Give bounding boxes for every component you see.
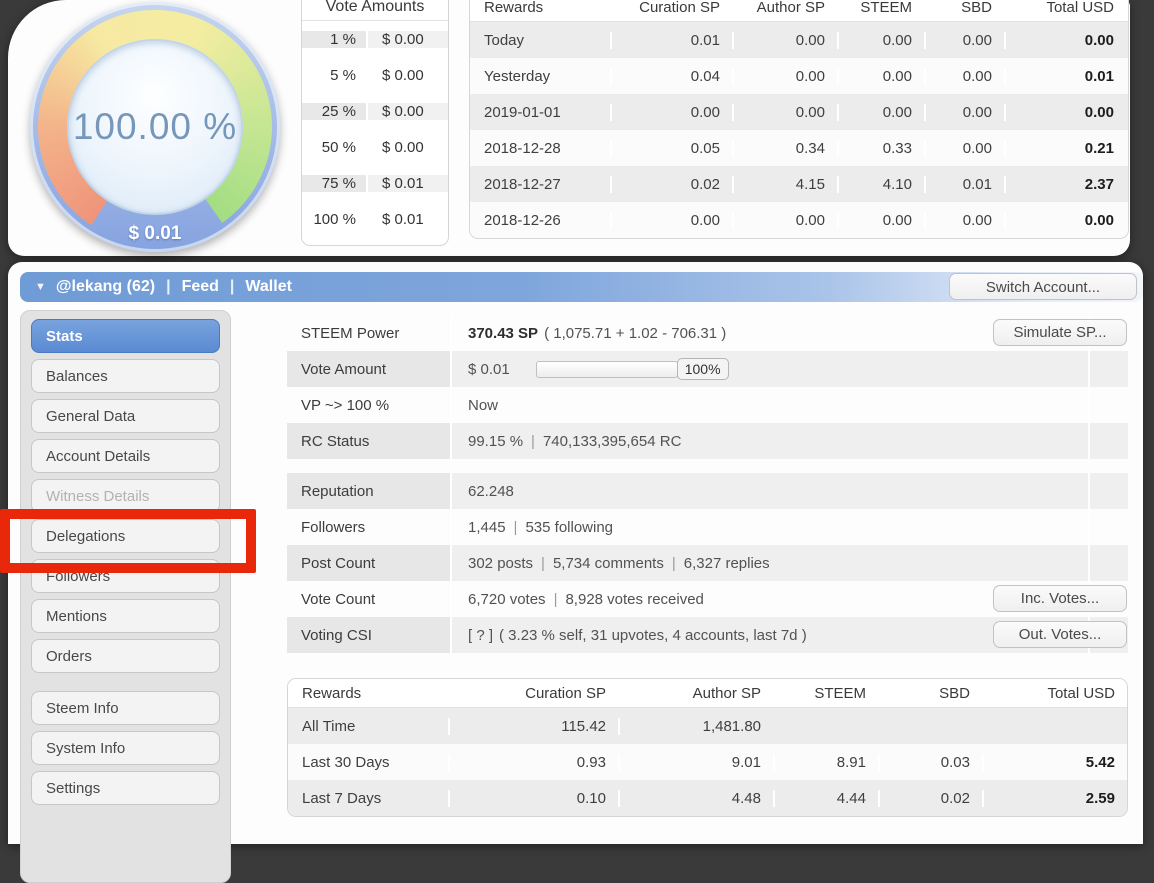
stat-row-vote-amount: Vote Amount $ 0.01 100% (287, 351, 1128, 387)
account-name-link[interactable]: @lekang (62) (56, 278, 155, 296)
sidebar-item-settings[interactable]: Settings (31, 771, 220, 805)
voting-power-gauge: 100.00 % $ 0.01 (30, 2, 280, 252)
table-row: 2018-12-26 0.00 0.00 0.00 0.00 0.00 (470, 202, 1128, 238)
sidebar-item-orders[interactable]: Orders (31, 639, 220, 673)
comments-count: 5,734 comments (552, 554, 664, 572)
table-row: 2019-01-01 0.00 0.00 0.00 0.00 0.00 (470, 94, 1128, 130)
vp-recharge-value: Now (450, 387, 1088, 423)
table-row: Last 7 Days 0.10 4.48 4.44 0.02 2.59 (288, 780, 1127, 816)
outgoing-votes-button[interactable]: Out. Votes... (993, 621, 1127, 648)
vote-amount-row: 100 % $ 0.01 (302, 201, 448, 237)
stat-row-steem-power: STEEM Power 370.43 SP( 1,075.71 + 1.02 -… (287, 315, 1128, 351)
reputation-value: 62.248 (450, 473, 1088, 509)
stat-row-post-count: Post Count 302 posts | 5,734 comments | 6,32… (287, 545, 1128, 581)
summary-rewards-header: Rewards Curation SP Author SP STEEM SBD … (288, 679, 1127, 708)
following-count: 535 following (525, 518, 614, 536)
vote-amount-row: 25 % $ 0.00 (302, 93, 448, 129)
stat-row-vote-count: Vote Count 6,720 votes | 8,928 votes recei… (287, 581, 1128, 617)
simulate-sp-button[interactable]: Simulate SP... (993, 319, 1127, 346)
steem-power-value: 370.43 SP (468, 324, 539, 342)
votes-received-count: 8,928 votes received (565, 590, 704, 608)
summary-rewards-table: Rewards Curation SP Author SP STEEM SBD … (287, 678, 1128, 817)
vote-amount-row: 1 % $ 0.00 (302, 21, 448, 57)
feed-link[interactable]: Feed (182, 278, 219, 296)
vote-amount-value: $ 0.01 (468, 360, 510, 378)
vote-amount-row: 75 % $ 0.01 (302, 165, 448, 201)
daily-rewards-table: Rewards Curation SP Author SP STEEM SBD … (469, 0, 1129, 239)
stat-row-vp-recharge: VP ~> 100 % Now (287, 387, 1128, 423)
vote-weight-slider[interactable] (535, 360, 678, 378)
votes-given-count: 6,720 votes (468, 590, 546, 608)
gauge-inner-circle: 100.00 % (67, 39, 243, 215)
table-row: Yesterday 0.04 0.00 0.00 0.00 0.01 (470, 58, 1128, 94)
stat-row-voting-csi: Voting CSI [ ? ]( 3.23 % self, 31 upvote… (287, 617, 1128, 653)
stat-row-followers: Followers 1,445 | 535 following (287, 509, 1128, 545)
table-row: 2018-12-27 0.02 4.15 4.10 0.01 2.37 (470, 166, 1128, 202)
vote-value-label: $ 0.01 (128, 223, 182, 244)
switch-account-button[interactable]: Switch Account... (949, 273, 1137, 300)
incoming-votes-button[interactable]: Inc. Votes... (993, 585, 1127, 612)
stats-section: STEEM Power 370.43 SP( 1,075.71 + 1.02 -… (287, 315, 1128, 653)
rc-amount: 740,133,395,654 RC (542, 432, 682, 450)
annotation-highlight-red-box (0, 509, 256, 573)
csi-help-link[interactable]: [ ? ] (468, 627, 493, 644)
sidebar-item-witness-details: Witness Details (31, 479, 220, 513)
posts-count: 302 posts (468, 554, 534, 572)
sidebar-item-mentions[interactable]: Mentions (31, 599, 220, 633)
table-row: All Time 115.42 1,481.80 (288, 708, 1127, 744)
daily-rewards-header: Rewards Curation SP Author SP STEEM SBD … (470, 0, 1128, 22)
caret-down-icon[interactable]: ▼ (35, 281, 46, 293)
steem-power-breakdown: ( 1,075.71 + 1.02 - 706.31 ) (544, 324, 727, 342)
sidebar-item-steem-info[interactable]: Steem Info (31, 691, 220, 725)
table-row: Last 30 Days 0.93 9.01 8.91 0.03 5.42 (288, 744, 1127, 780)
sidebar-nav: Stats Balances General Data Account Deta… (20, 310, 231, 883)
bar-separator: | (229, 278, 235, 295)
sidebar-item-stats[interactable]: Stats (31, 319, 220, 353)
sidebar-item-account-details[interactable]: Account Details (31, 439, 220, 473)
wallet-link[interactable]: Wallet (245, 278, 292, 296)
top-summary-card: 100.00 % $ 0.01 Vote Amounts 1 % $ 0.00 … (8, 0, 1130, 256)
bar-separator: | (166, 278, 171, 295)
table-row: Today 0.01 0.00 0.00 0.00 0.00 (470, 22, 1128, 58)
voting-power-percent: 100.00 % (72, 106, 238, 147)
sidebar-item-system-info[interactable]: System Info (31, 731, 220, 765)
stat-row-rc-status: RC Status 99.15 % | 740,133,395,654 RC (287, 423, 1128, 459)
vote-amount-row: 5 % $ 0.00 (302, 57, 448, 93)
stats-group-gap (287, 459, 1128, 473)
sidebar-item-general-data[interactable]: General Data (31, 399, 220, 433)
vote-amount-row: 50 % $ 0.00 (302, 129, 448, 165)
table-row: 2018-12-28 0.05 0.34 0.33 0.00 0.21 (470, 130, 1128, 166)
sidebar-item-balances[interactable]: Balances (31, 359, 220, 393)
vote-amounts-panel: Vote Amounts 1 % $ 0.00 5 % $ 0.00 25 % … (301, 0, 449, 246)
followers-count: 1,445 (468, 518, 506, 536)
vote-amounts-title: Vote Amounts (302, 0, 448, 21)
rc-percent: 99.15 % (468, 432, 524, 450)
replies-count: 6,327 replies (683, 554, 770, 572)
csi-value: ( 3.23 % self, 31 upvotes, 4 accounts, l… (499, 626, 807, 644)
vote-weight-percent[interactable]: 100% (676, 358, 729, 380)
stat-row-reputation: Reputation 62.248 (287, 473, 1128, 509)
